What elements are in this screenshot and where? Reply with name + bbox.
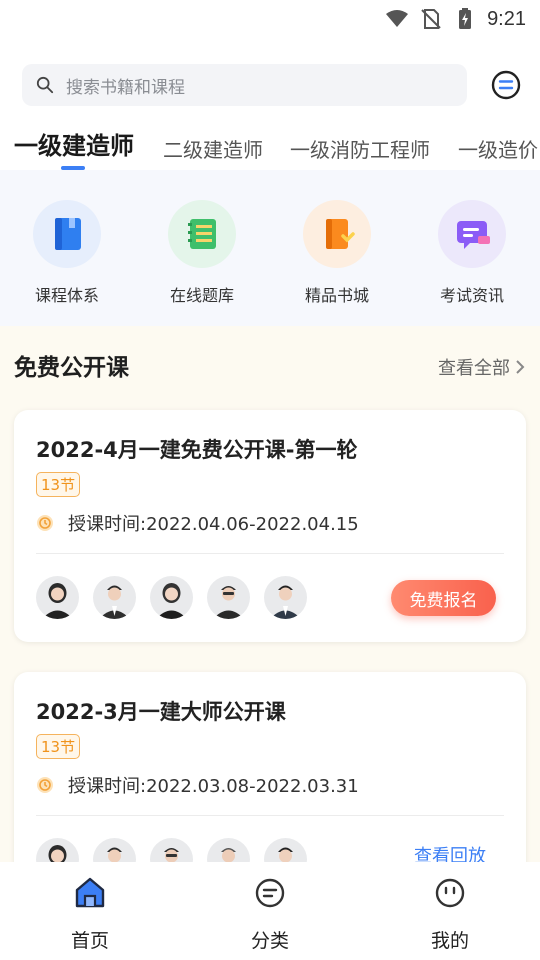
quick-entries: 课程体系 在线题库 精品书城 考试资讯 (0, 170, 540, 326)
quick-item-news[interactable]: 考试资讯 (417, 200, 527, 306)
course-card[interactable]: 2022-4月一建免费公开课-第一轮 13节 授课时间:2022.04.06-2… (14, 410, 526, 642)
status-bar: 9:21 (0, 0, 540, 38)
wifi-icon (386, 10, 409, 27)
battery-charging-icon (459, 8, 472, 29)
view-all-link[interactable]: 查看全部 (438, 354, 526, 380)
message-icon[interactable] (490, 69, 522, 101)
clock-icon (37, 777, 53, 793)
nav-label-home: 首页 (70, 930, 109, 952)
quick-item-questions[interactable]: 在线题库 (147, 200, 257, 306)
search-input[interactable]: 搜索书籍和课程 (22, 64, 467, 106)
card-divider (36, 815, 504, 816)
view-all-label: 查看全部 (438, 358, 510, 379)
time-range: 2022.03.08-2022.03.31 (146, 776, 359, 797)
tab-xiaofang[interactable]: 一级消防工程师 (290, 134, 430, 163)
avatar (150, 576, 193, 619)
nav-item-category[interactable]: 分类 (180, 862, 360, 960)
search-placeholder: 搜索书籍和课程 (66, 77, 185, 98)
category-icon (255, 878, 285, 908)
free-courses-section: 免费公开课 查看全部 2022-4月一建免费公开课-第一轮 13节 授课时间:2… (0, 326, 540, 912)
free-signup-button[interactable]: 免费报名 (391, 580, 496, 616)
notebook-icon (168, 200, 236, 268)
clock: 9:21 (487, 7, 526, 30)
quick-item-bookstore[interactable]: 精品书城 (282, 200, 392, 306)
quick-item-course[interactable]: 课程体系 (12, 200, 122, 306)
course-title: 2022-4月一建免费公开课-第一轮 (36, 438, 358, 462)
chevron-right-icon (516, 360, 525, 374)
home-icon (75, 877, 105, 908)
clock-icon (37, 515, 53, 531)
card-divider (36, 553, 504, 554)
tab-yijian[interactable]: 一级建造师 (14, 126, 134, 161)
teacher-avatars (36, 576, 307, 619)
nav-item-home[interactable]: 首页 (0, 862, 180, 960)
chat-icon (438, 200, 506, 268)
nav-label-profile: 我的 (430, 930, 469, 952)
search-row: 搜索书籍和课程 (22, 64, 522, 106)
bottom-nav: 首页 分类 我的 (0, 862, 540, 960)
avatar (93, 576, 136, 619)
book-icon (33, 200, 101, 268)
avatar (207, 576, 250, 619)
quick-label-questions: 在线题库 (169, 286, 234, 305)
lesson-count-badge: 13节 (36, 734, 81, 759)
time-label: 授课时间: (68, 776, 147, 797)
avatar (264, 576, 307, 619)
course-time-row: 授课时间:2022.03.08-2022.03.31 (36, 772, 359, 798)
course-title: 2022-3月一建大师公开课 (36, 700, 286, 724)
course-time-row: 授课时间:2022.04.06-2022.04.15 (36, 510, 359, 536)
nav-label-category: 分类 (250, 930, 289, 952)
bookstore-icon (303, 200, 371, 268)
avatar (36, 576, 79, 619)
nav-item-profile[interactable]: 我的 (360, 862, 540, 960)
quick-label-news: 考试资讯 (439, 286, 504, 305)
no-sim-icon (421, 9, 441, 29)
category-tabs: 一级建造师 二级建造师 一级消防工程师 一级造价 (0, 124, 540, 170)
time-label: 授课时间: (68, 514, 147, 535)
quick-label-bookstore: 精品书城 (304, 286, 369, 305)
search-icon (36, 76, 54, 94)
tab-erjian[interactable]: 二级建造师 (163, 134, 263, 163)
time-range: 2022.04.06-2022.04.15 (146, 514, 359, 535)
profile-icon (435, 878, 465, 908)
lesson-count-badge: 13节 (36, 472, 81, 497)
tab-zaojia[interactable]: 一级造价 (458, 134, 538, 163)
quick-label-course: 课程体系 (34, 286, 99, 305)
section-title: 免费公开课 (14, 355, 129, 381)
